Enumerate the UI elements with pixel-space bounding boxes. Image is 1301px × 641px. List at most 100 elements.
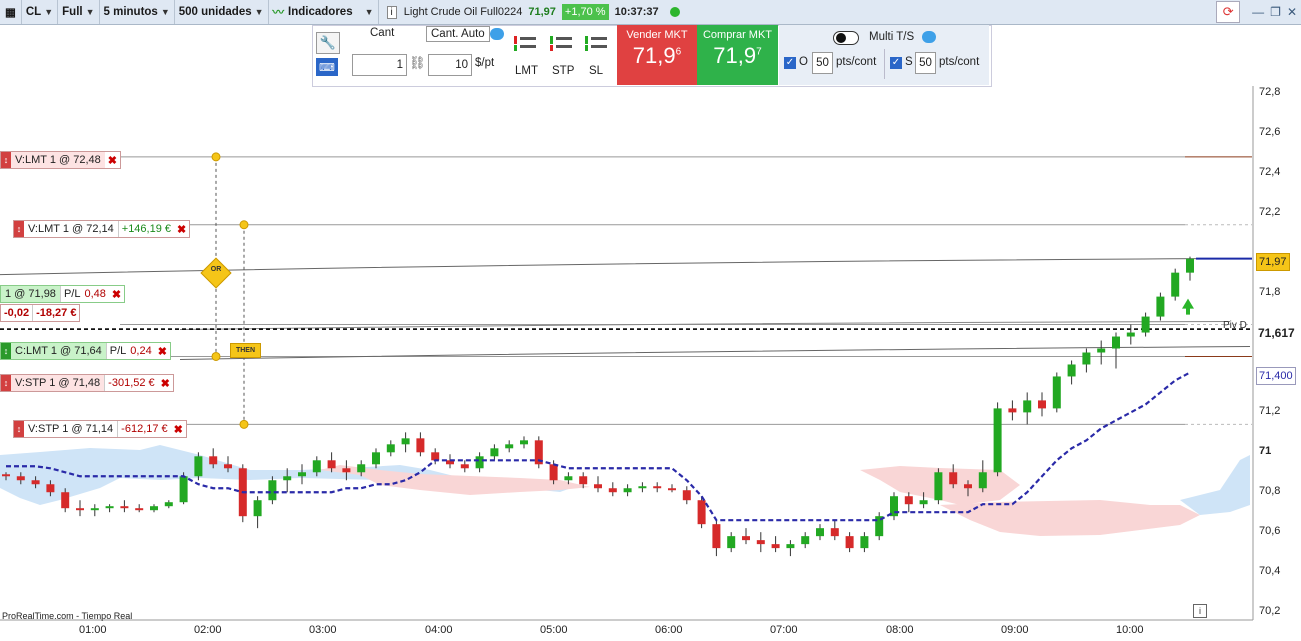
candle xyxy=(386,440,395,457)
buy-market-button[interactable]: Comprar MKT 71,97 xyxy=(697,25,778,85)
candle xyxy=(76,500,84,517)
candle xyxy=(786,540,795,557)
order-anchor-dot[interactable] xyxy=(211,152,221,162)
candle-body xyxy=(1082,352,1091,365)
info-icon[interactable]: i xyxy=(1193,604,1207,618)
candle-body xyxy=(845,536,854,549)
drag-handle-icon[interactable]: ↕ xyxy=(14,221,24,237)
y-tick-label: 71,2 xyxy=(1259,405,1281,418)
candle xyxy=(90,504,99,517)
timeframe-label: 5 minutos xyxy=(103,6,158,18)
order-anchor-dot[interactable] xyxy=(239,220,249,230)
candle-body xyxy=(1112,336,1120,349)
top-toolbar: ▦ CL ▼ Full ▼ 5 minutos ▼ 500 unidades ▼ 〰 In… xyxy=(0,0,1301,25)
candle xyxy=(623,484,632,497)
s-checkbox[interactable]: ✓ xyxy=(890,57,902,69)
close-position-icon[interactable]: ✖ xyxy=(109,288,124,301)
keyboard-icon[interactable]: ⌨ xyxy=(316,58,338,76)
restore-icon[interactable]: ❐ xyxy=(1270,5,1281,19)
order-tag-sell-limit-1[interactable]: ↕ V:LMT 1 @ 72,48 ✖ xyxy=(0,151,121,169)
chevron-down-icon: ▼ xyxy=(364,7,374,17)
timeframe-select[interactable]: 5 minutos ▼ xyxy=(100,0,175,24)
dollar-per-pt-input[interactable]: 10 xyxy=(428,54,472,76)
drag-handle-icon[interactable]: ↕ xyxy=(14,421,24,437)
drag-handle-icon[interactable]: ↕ xyxy=(1,152,11,168)
grid-icon[interactable]: ▦ xyxy=(0,0,22,24)
chat-bubble-icon[interactable] xyxy=(922,31,936,43)
candle xyxy=(1008,400,1017,421)
multi-ts-toggle[interactable] xyxy=(833,31,859,45)
drag-handle-icon[interactable]: ↕ xyxy=(1,375,11,391)
order-tag-sell-stop-1[interactable]: ↕ V:STP 1 @ 71,48 -301,52 € ✖ xyxy=(0,374,174,392)
o-checkbox[interactable]: ✓ xyxy=(784,57,796,69)
stp-label: STP xyxy=(552,65,575,77)
sell-market-button[interactable]: Vender MKT 71,96 xyxy=(617,25,697,85)
cancel-order-icon[interactable]: ✖ xyxy=(105,154,120,167)
quantity-input[interactable]: 1 xyxy=(352,54,407,76)
chat-bubble-icon[interactable] xyxy=(490,28,504,40)
candle-body xyxy=(520,440,528,445)
order-tag-sell-stop-2[interactable]: ↕ V:STP 1 @ 71,14 -612,17 € ✖ xyxy=(13,420,187,438)
wrench-icon[interactable]: 🔧 xyxy=(316,32,340,54)
candle-body xyxy=(1023,400,1032,413)
candle xyxy=(401,432,410,453)
order-anchor-dot[interactable] xyxy=(211,351,221,361)
cancel-order-icon[interactable]: ✖ xyxy=(155,345,170,358)
candle-body xyxy=(372,452,380,465)
candle xyxy=(1171,268,1180,301)
candle-body xyxy=(164,502,173,507)
s-value-input[interactable]: 50 xyxy=(915,52,936,74)
candle-body xyxy=(1038,400,1046,409)
view-select[interactable]: Full ▼ xyxy=(58,0,100,24)
drag-handle-icon[interactable]: ↕ xyxy=(1,343,11,359)
units-select[interactable]: 500 unidades ▼ xyxy=(175,0,269,24)
last-price-tag: 71,97 xyxy=(1256,253,1290,271)
indicators-icon: 〰 xyxy=(272,7,285,19)
candle-body xyxy=(816,528,824,537)
cancel-order-icon[interactable]: ✖ xyxy=(158,377,173,390)
link-icon[interactable]: ⛓ xyxy=(409,55,426,75)
candle xyxy=(505,440,514,453)
indicators-button[interactable]: 〰 Indicadores ▼ xyxy=(269,0,379,24)
minimize-icon[interactable]: — xyxy=(1252,5,1264,19)
candle-body xyxy=(16,476,25,481)
order-tag-sell-limit-2[interactable]: ↕ V:LMT 1 @ 72,14 +146,19 € ✖ xyxy=(13,220,191,238)
dollar-per-pt-unit: $/pt xyxy=(475,57,495,69)
candle xyxy=(890,492,898,521)
position-tag[interactable]: 1 @ 71,98 P/L 0,48 ✖ xyxy=(0,285,126,303)
y-tick-label: 71 xyxy=(1259,445,1272,458)
window-controls: ⟳ — ❐ ✕ xyxy=(1216,0,1297,24)
order-anchor-dot[interactable] xyxy=(239,419,249,429)
refresh-icon[interactable]: ⟳ xyxy=(1216,1,1241,23)
o-value-input[interactable]: 50 xyxy=(812,52,833,74)
symbol-select[interactable]: CL ▼ xyxy=(22,0,59,24)
lmt-icon[interactable] xyxy=(512,33,538,53)
sell-label: Vender MKT xyxy=(626,29,688,41)
candle xyxy=(534,436,543,469)
x-tick-label: 04:00 xyxy=(425,624,453,636)
price-chart[interactable] xyxy=(0,86,1301,641)
auto-quantity-button[interactable]: Cant. Auto xyxy=(426,26,490,42)
candle-body xyxy=(830,528,839,537)
candle xyxy=(978,460,987,493)
info-icon[interactable]: i xyxy=(386,5,397,19)
s-label: S xyxy=(905,56,913,68)
close-icon[interactable]: ✕ xyxy=(1287,5,1297,19)
sl-icon[interactable] xyxy=(583,33,609,53)
candle-body xyxy=(2,474,10,477)
y-tick-label: 72,2 xyxy=(1259,205,1281,218)
candle xyxy=(727,532,736,553)
connection-status-icon xyxy=(669,7,680,17)
multi-ts-label: Multi T/S xyxy=(869,31,915,43)
cancel-order-icon[interactable]: ✖ xyxy=(171,423,186,436)
y-tick-label: 72,6 xyxy=(1259,125,1281,138)
candle-body xyxy=(401,438,410,445)
candle-body xyxy=(1067,364,1076,377)
order-tag-buy-limit[interactable]: ↕ C:LMT 1 @ 71,64 P/L 0,24 ✖ xyxy=(0,342,171,360)
stp-icon[interactable] xyxy=(548,33,574,53)
o-label: O xyxy=(799,56,808,68)
candle xyxy=(742,528,750,545)
candle-body xyxy=(668,488,676,491)
position-label: 1 @ 71,98 xyxy=(1,286,60,302)
cancel-order-icon[interactable]: ✖ xyxy=(174,223,189,236)
